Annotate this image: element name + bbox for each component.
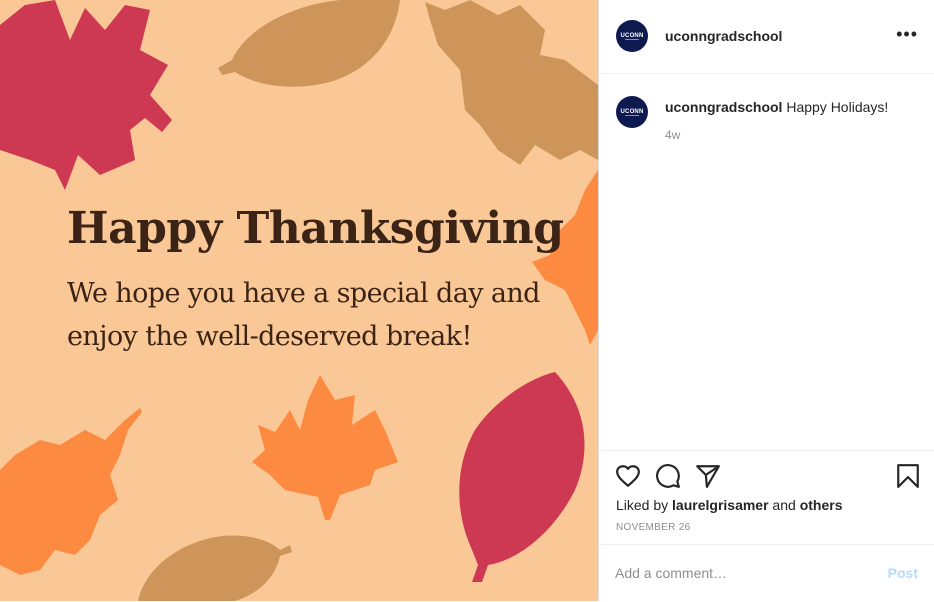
post-side-panel: UCONN uconngradschool ••• UCONN uconngra… — [598, 0, 934, 601]
post-image[interactable]: Happy Thanksgiving We hope you have a sp… — [0, 0, 598, 601]
caption-username-link[interactable]: uconngradschool — [665, 99, 782, 115]
post-comment-button[interactable]: Post — [888, 565, 918, 581]
post-image-subtitle: We hope you have a special day and enjoy… — [67, 278, 540, 352]
tan-leaf — [218, 0, 400, 87]
action-bar: Liked by laurelgrisamer and others NOVEM… — [599, 450, 934, 545]
liked-and-text: and — [768, 497, 800, 513]
liked-by-prefix: Liked by — [616, 497, 673, 513]
post-date[interactable]: NOVEMBER 26 — [616, 522, 690, 533]
comment-input[interactable] — [615, 559, 865, 587]
post-caption: uconngradschool Happy Holidays! — [665, 98, 921, 116]
caption-avatar[interactable]: UCONN — [616, 96, 648, 128]
post-time-ago[interactable]: 4w — [665, 128, 680, 142]
post-image-title: Happy Thanksgiving — [67, 203, 564, 254]
caption-text: Happy Holidays! — [782, 99, 889, 115]
avatar[interactable]: UCONN — [616, 20, 648, 52]
liked-others-link[interactable]: others — [800, 497, 843, 513]
red-maple-leaf — [0, 0, 172, 190]
red-leaf — [459, 372, 585, 582]
tan-leaf-2 — [138, 535, 292, 601]
tan-oak-leaf — [425, 0, 598, 165]
comment-icon[interactable] — [655, 463, 681, 489]
likes-summary: Liked by laurelgrisamer and others — [616, 497, 842, 513]
bookmark-icon[interactable] — [895, 463, 921, 489]
orange-maple-leaf-2 — [252, 375, 398, 520]
liked-user-link[interactable]: laurelgrisamer — [672, 497, 769, 513]
share-icon[interactable] — [695, 463, 721, 489]
comment-box: Post — [599, 544, 934, 602]
more-options-icon[interactable]: ••• — [896, 24, 918, 45]
post-header: UCONN uconngradschool ••• — [599, 0, 934, 74]
heart-icon[interactable] — [615, 463, 641, 489]
username-link[interactable]: uconngradschool — [665, 28, 782, 44]
orange-oak-leaf — [0, 408, 142, 575]
